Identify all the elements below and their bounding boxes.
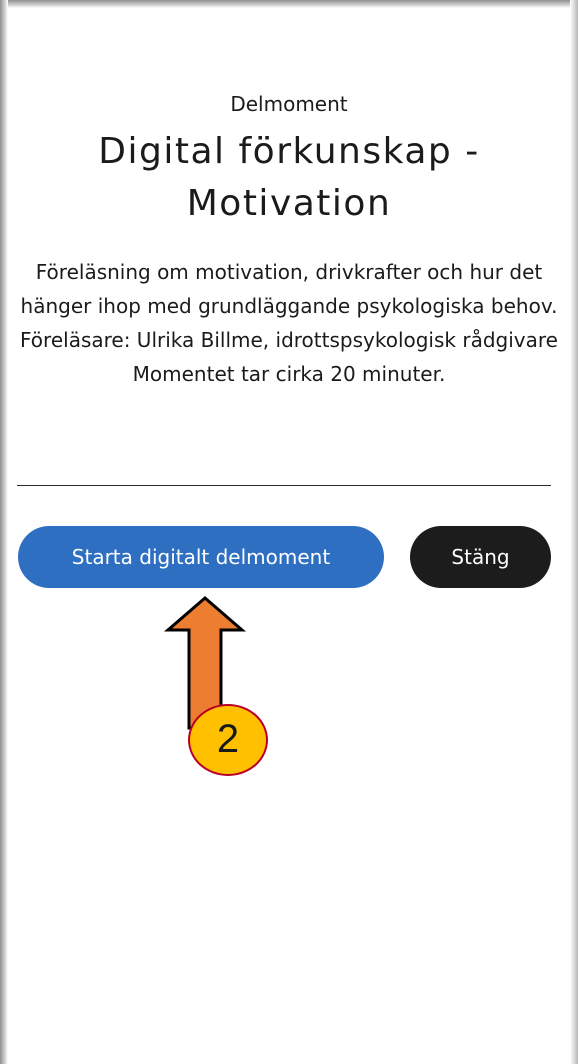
frame-shadow-top: [0, 0, 578, 8]
module-title: Digital förkunskap - Motivation: [98, 131, 480, 224]
start-digital-module-button[interactable]: Starta digitalt delmoment: [18, 526, 384, 588]
frame-shadow-right: [570, 0, 578, 1064]
close-button[interactable]: Stäng: [410, 526, 551, 588]
module-kicker: Delmoment: [230, 92, 348, 116]
module-description: Föreläsning om motivation, drivkrafter o…: [20, 260, 558, 386]
tutorial-screenshot-frame: Delmoment Digital förkunskap - Motivatio…: [0, 0, 578, 1064]
divider: [17, 485, 551, 486]
step-number-badge: 2: [188, 704, 268, 776]
frame-shadow-left: [0, 0, 8, 1064]
